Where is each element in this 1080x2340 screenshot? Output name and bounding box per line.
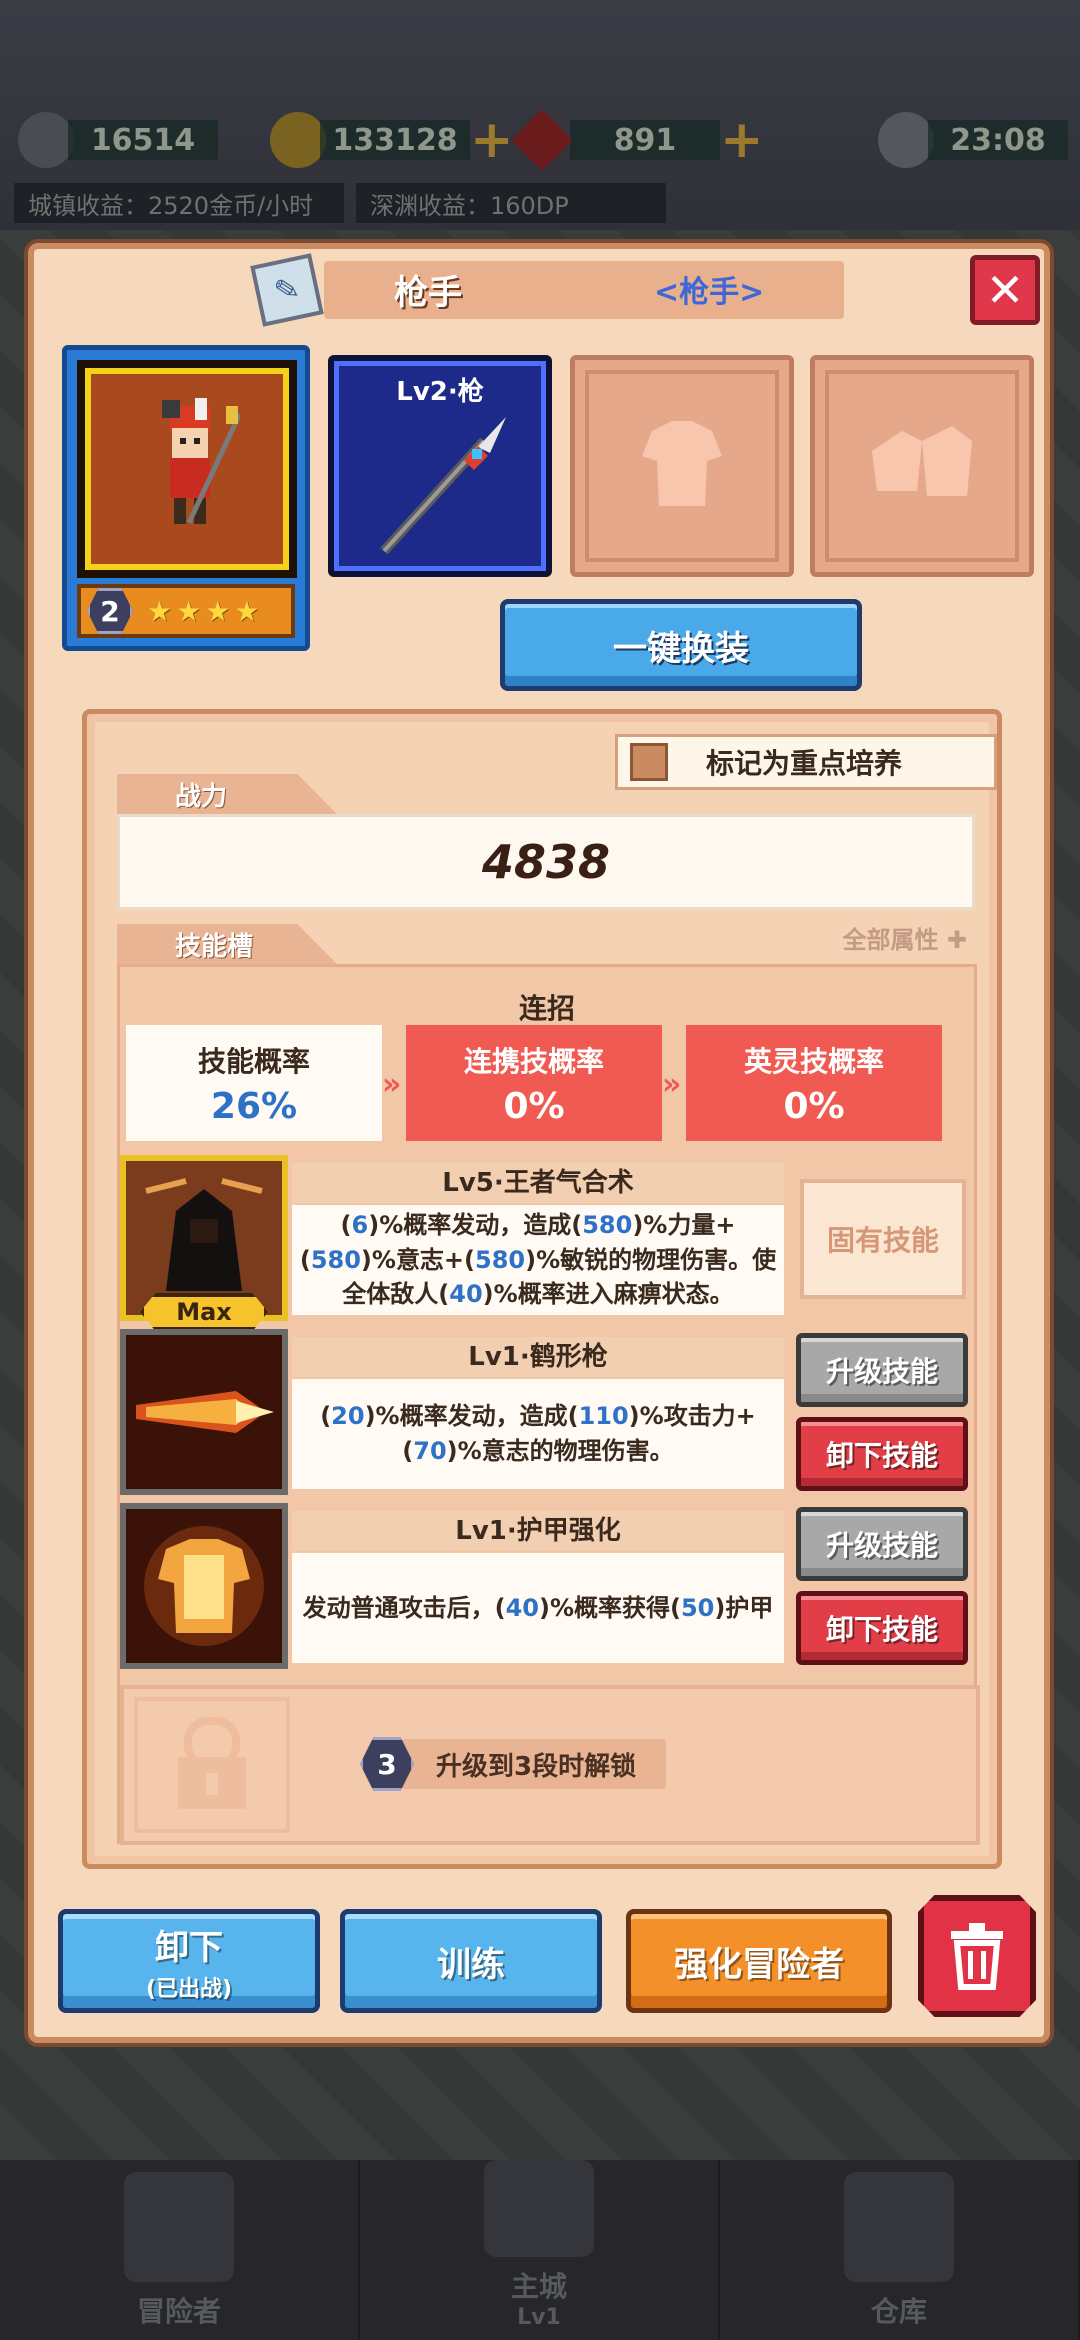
remove-skill-button[interactable]: 卸下技能 — [796, 1591, 968, 1665]
enhance-adventurer-button[interactable]: 强化冒险者 — [626, 1909, 892, 2013]
abyss-income: 深渊收益：160DP — [356, 183, 666, 223]
close-button[interactable]: ✕ — [970, 255, 1040, 325]
spear-icon — [380, 417, 506, 555]
clock: 23:08 — [878, 112, 1068, 168]
locked-skill-slot: 3 升级到3段时解锁 — [120, 1685, 980, 1845]
skill-row-3: Lv1·护甲强化 发动普通攻击后，(40)%概率获得(50)护甲 升级技能 卸下… — [120, 1503, 980, 1669]
flame-spear-icon — [126, 1335, 282, 1489]
innate-skill-label: 固有技能 — [800, 1179, 966, 1299]
resource-energy: 16514 — [18, 112, 218, 168]
hero-class-tag: <枪手> — [654, 275, 765, 310]
resource-gold: 133128 + — [270, 112, 514, 168]
skill-icon-crane-spear[interactable] — [120, 1329, 288, 1495]
energy-icon — [18, 112, 74, 168]
top-status-bar: 16514 133128 + 891 + 23:08 城镇收益：2520金币/小… — [0, 0, 1080, 230]
skill-title: Lv1·护甲强化 — [292, 1511, 784, 1551]
unequip-button[interactable]: 卸下 (已出战) — [58, 1909, 320, 2013]
boots-placeholder-icon — [872, 426, 972, 496]
power-box: 4838 — [117, 814, 975, 910]
weapon-slot[interactable]: Lv2·枪 — [328, 355, 552, 577]
town-income: 城镇收益：2520金币/小时 — [14, 183, 344, 223]
skill-row-2: Lv1·鹤形枪 (20)%概率发动，造成(110)%攻击力+(70)%意志的物理… — [120, 1329, 980, 1495]
upgrade-skill-button[interactable]: 升级技能 — [796, 1333, 968, 1407]
lock-icon — [178, 1717, 246, 1809]
chevron-right-icon: » — [382, 1067, 402, 1102]
star-icon: ★ — [205, 594, 231, 628]
golden-armor-icon — [126, 1509, 282, 1663]
clock-value: 23:08 — [928, 120, 1068, 160]
gold-coin-icon — [270, 112, 326, 168]
skill-slots-frame: 连招 技能概率 26% » 连携技概率 0% » 英灵技概率 0% Max Lv… — [117, 964, 980, 1845]
bottom-nav: 冒险者 主城 Lv1 仓库 — [0, 2160, 1080, 2340]
hero-portrait-slot[interactable]: 2 ★ ★ ★ ★ — [62, 345, 310, 651]
gold-value: 133128 — [320, 120, 470, 160]
skill-description: (6)%概率发动，造成(580)%力量+(580)%意志+(580)%敏锐的物理… — [292, 1205, 784, 1315]
all-attributes-button[interactable]: 全部属性 ✚ — [843, 920, 967, 955]
mark-focus-toggle[interactable]: 标记为重点培养 — [615, 734, 997, 790]
clock-icon — [878, 112, 934, 168]
unlock-text: 升级到3段时解锁 — [436, 1751, 637, 1782]
skill-description: (20)%概率发动，造成(110)%攻击力+(70)%意志的物理伤害。 — [292, 1379, 784, 1489]
rank-badge: 2 — [87, 588, 133, 634]
skill-chance-box: 技能概率 26% — [126, 1025, 382, 1141]
warehouse-icon — [844, 2172, 954, 2282]
hero-name: 枪手 — [394, 273, 462, 313]
boots-slot[interactable] — [810, 355, 1034, 577]
gunner-sprite-icon — [162, 398, 240, 524]
hero-rank-stars: 2 ★ ★ ★ ★ — [77, 584, 295, 638]
train-button[interactable]: 训练 — [340, 1909, 602, 2013]
nav-warehouse[interactable]: 仓库 — [720, 2160, 1080, 2340]
spirit-skill-chance-box: 英灵技概率 0% — [686, 1025, 942, 1141]
skill-chance-value: 26% — [210, 1085, 298, 1127]
plus-icon: ✚ — [946, 926, 967, 954]
nav-main-city[interactable]: 主城 Lv1 — [360, 2160, 720, 2340]
castle-icon — [484, 2160, 594, 2257]
rename-scroll-icon[interactable]: ✎ — [250, 253, 324, 327]
energy-value: 16514 — [68, 120, 218, 160]
dismiss-hero-button[interactable] — [918, 1895, 1036, 2017]
hero-portrait-frame — [77, 360, 297, 578]
remove-skill-button[interactable]: 卸下技能 — [796, 1417, 968, 1491]
resource-gem: 891 + — [510, 108, 764, 172]
red-gem-icon — [510, 108, 574, 172]
focus-checkbox[interactable] — [630, 743, 668, 781]
nav-adventurer[interactable]: 冒险者 — [0, 2160, 360, 2340]
weapon-level-label: Lv2·枪 — [396, 377, 484, 407]
mark-focus-label: 标记为重点培养 — [706, 747, 903, 780]
max-badge: Max — [140, 1293, 268, 1331]
combo-heading: 连招 — [518, 992, 575, 1025]
rank-badge: 3 — [360, 1737, 414, 1791]
skill-title: Lv1·鹤形枪 — [292, 1337, 784, 1377]
gem-value: 891 — [570, 120, 720, 160]
skills-tab: 技能槽 — [117, 924, 337, 964]
hero-info-panel: 标记为重点培养 战力 4838 技能槽 全部属性 ✚ 连招 技能概率 26% »… — [82, 709, 1002, 1869]
star-icon: ★ — [234, 594, 260, 628]
skill-title: Lv5·王者气合术 — [292, 1163, 784, 1203]
armor-slot[interactable] — [570, 355, 794, 577]
skill-icon-king-aura[interactable]: Max — [120, 1155, 288, 1331]
adventurer-icon — [124, 2172, 234, 2282]
link-skill-chance-value: 0% — [503, 1085, 565, 1127]
star-icon: ★ — [147, 594, 173, 628]
chevron-right-icon: » — [662, 1067, 682, 1102]
link-skill-chance-box: 连携技概率 0% — [406, 1025, 662, 1141]
skill-icon-armor-boost[interactable] — [120, 1503, 288, 1669]
skill-description: 发动普通攻击后，(40)%概率获得(50)护甲 — [292, 1553, 784, 1663]
armor-placeholder-icon — [642, 421, 722, 506]
star-icon: ★ — [176, 594, 202, 628]
power-value: 4838 — [481, 835, 611, 889]
hooded-figure-icon — [126, 1161, 282, 1315]
upgrade-skill-button[interactable]: 升级技能 — [796, 1507, 968, 1581]
add-gem-icon[interactable]: + — [720, 114, 764, 166]
unlock-requirement: 3 升级到3段时解锁 — [360, 1737, 667, 1791]
add-gold-icon[interactable]: + — [470, 114, 514, 166]
hero-detail-dialog: ✎ 枪手 <枪手> ✕ 2 ★ ★ ★ ★ Lv2·枪 一键换装 标记为重点培养… — [28, 243, 1050, 2043]
spirit-skill-chance-value: 0% — [783, 1085, 845, 1127]
trash-icon — [951, 1923, 1003, 1990]
skill-row-1: Max Lv5·王者气合术 (6)%概率发动，造成(580)%力量+(580)%… — [120, 1155, 980, 1331]
power-tab: 战力 — [117, 774, 337, 814]
equip-all-button[interactable]: 一键换装 — [500, 599, 862, 691]
